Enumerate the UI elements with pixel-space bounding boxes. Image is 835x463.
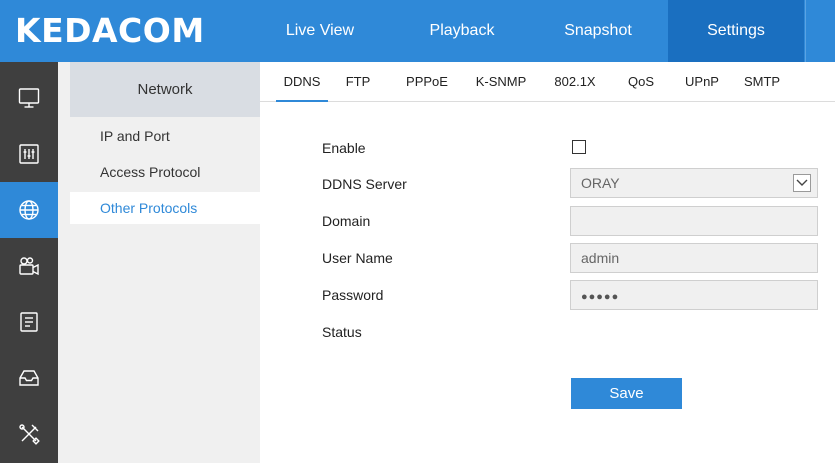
ddns-server-select[interactable]: ORAY bbox=[570, 168, 818, 198]
top-navigation-bar: KEDACOM Live View Playback Snapshot Sett… bbox=[0, 0, 835, 62]
submenu-item-ip-and-port[interactable]: IP and Port bbox=[70, 120, 260, 152]
ddns-server-label: DDNS Server bbox=[322, 176, 407, 192]
rail-item-network[interactable] bbox=[0, 182, 58, 238]
password-label: Password bbox=[322, 287, 384, 303]
rail-item-display[interactable] bbox=[0, 70, 58, 126]
password-masked-value: ●●●●● bbox=[581, 291, 620, 303]
user-name-input[interactable]: admin bbox=[570, 243, 818, 273]
tab-upnp[interactable]: UPnP bbox=[680, 62, 724, 102]
settings-category-rail bbox=[0, 62, 58, 463]
tab-pppoe[interactable]: PPPoE bbox=[400, 62, 454, 102]
kedacom-logo: KEDACOM bbox=[15, 11, 205, 50]
nav-snapshot[interactable]: Snapshot bbox=[548, 0, 648, 62]
inbox-icon bbox=[19, 370, 39, 386]
rail-item-events[interactable] bbox=[0, 294, 58, 350]
tools-icon bbox=[19, 424, 40, 445]
save-button[interactable]: Save bbox=[571, 378, 682, 409]
tab-smtp[interactable]: SMTP bbox=[738, 62, 786, 102]
network-submenu: Network IP and Port Access Protocol Othe… bbox=[58, 62, 260, 463]
rail-item-storage[interactable] bbox=[0, 350, 58, 406]
chevron-down-icon[interactable] bbox=[793, 174, 811, 192]
submenu-header-network: Network bbox=[70, 62, 260, 117]
domain-input[interactable] bbox=[570, 206, 818, 236]
enable-checkbox[interactable] bbox=[572, 140, 586, 154]
rail-item-system[interactable] bbox=[0, 406, 58, 462]
password-input[interactable]: ●●●●● bbox=[570, 280, 818, 310]
status-label: Status bbox=[322, 324, 362, 340]
topbar-spacer bbox=[805, 0, 835, 62]
globe-icon bbox=[19, 200, 39, 220]
submenu-item-access-protocol[interactable]: Access Protocol bbox=[70, 156, 260, 188]
tab-802-1x[interactable]: 802.1X bbox=[550, 62, 600, 102]
domain-label: Domain bbox=[322, 213, 371, 229]
monitor-icon bbox=[18, 88, 40, 108]
camera-icon bbox=[19, 257, 39, 276]
rail-item-image[interactable] bbox=[0, 126, 58, 182]
document-icon bbox=[20, 312, 38, 332]
rail-item-camera[interactable] bbox=[0, 238, 58, 294]
tab-ftp[interactable]: FTP bbox=[340, 62, 376, 102]
user-name-label: User Name bbox=[322, 250, 393, 266]
nav-settings[interactable]: Settings bbox=[668, 0, 804, 62]
sliders-icon bbox=[19, 144, 39, 164]
nav-live-view[interactable]: Live View bbox=[270, 0, 370, 62]
enable-label: Enable bbox=[322, 140, 366, 156]
tab-ddns[interactable]: DDNS bbox=[276, 62, 328, 102]
nav-playback[interactable]: Playback bbox=[412, 0, 512, 62]
submenu-item-other-protocols[interactable]: Other Protocols bbox=[70, 192, 260, 224]
tab-qos[interactable]: QoS bbox=[622, 62, 660, 102]
tab-k-snmp[interactable]: K-SNMP bbox=[470, 62, 532, 102]
protocol-tabs: DDNS FTP PPPoE K-SNMP 802.1X QoS UPnP SM… bbox=[260, 62, 835, 102]
ddns-server-value: ORAY bbox=[581, 175, 620, 191]
